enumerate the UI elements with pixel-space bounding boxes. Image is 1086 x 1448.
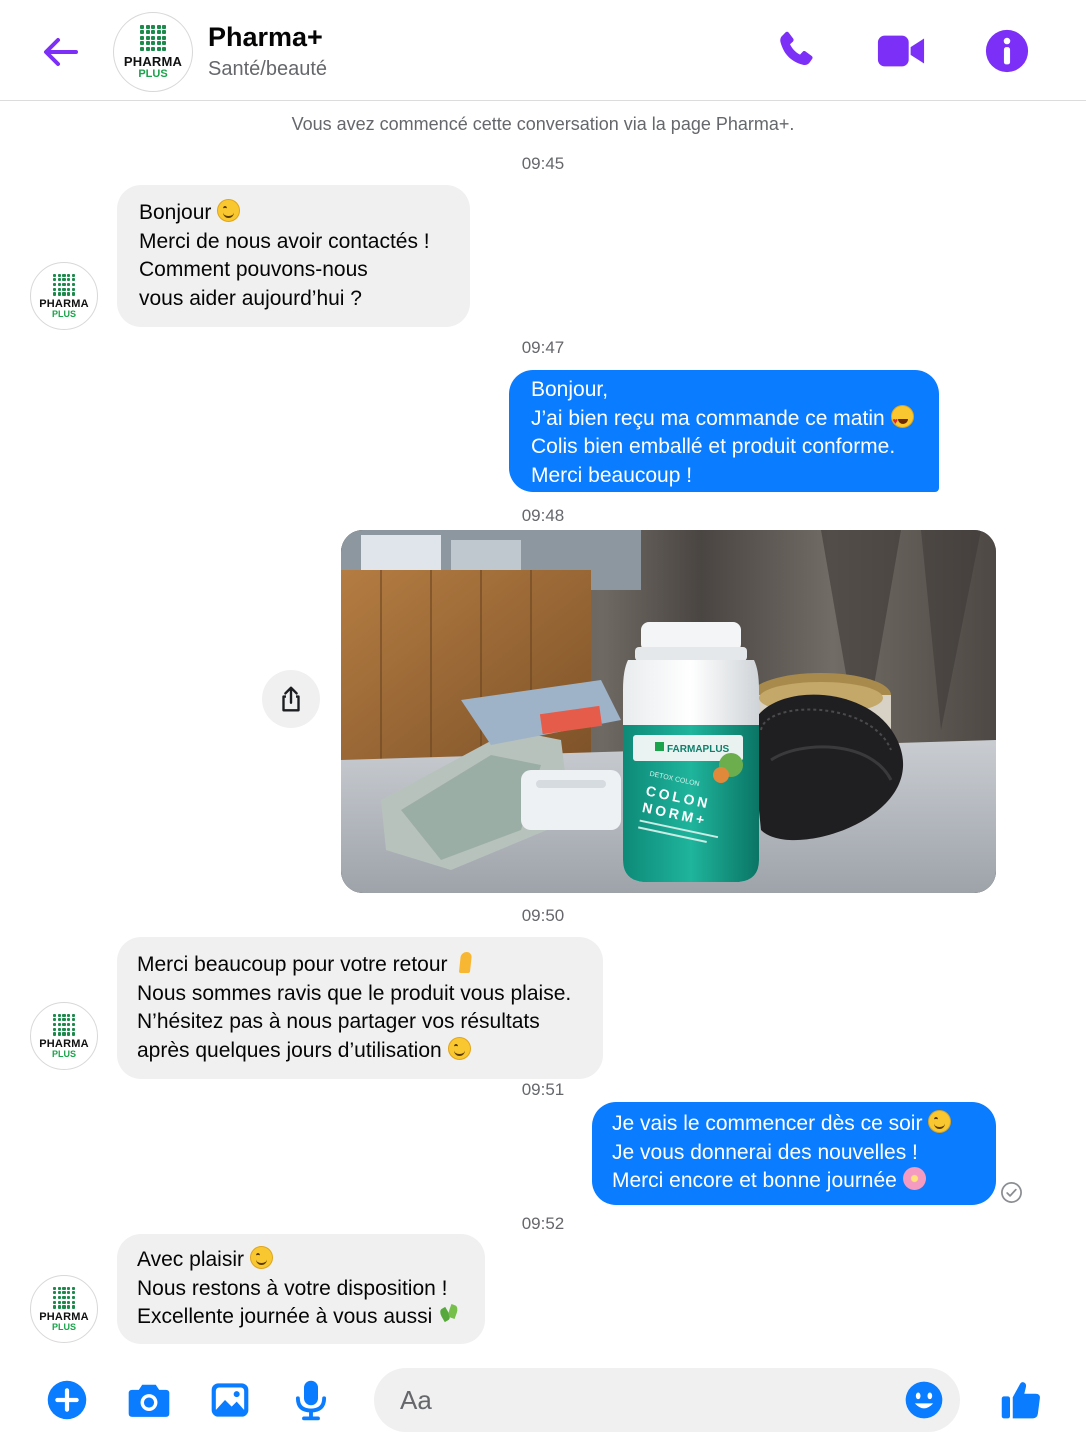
phone-icon (780, 31, 813, 66)
camera-button[interactable] (126, 1377, 172, 1423)
shared-photo[interactable]: FARMAPLUS DETOX COLON COLON NORM+ (341, 530, 996, 893)
pharma-logo-icon (53, 1286, 75, 1309)
avatar-brand-name: PHARMA (39, 1037, 89, 1050)
avatar-brand-name: PHARMA (123, 53, 183, 69)
timestamp: 09:52 (521, 1214, 565, 1233)
heart-eyes-icon (890, 404, 914, 435)
message-line: Merci encore et bonne journée (612, 1167, 976, 1196)
message-input[interactable] (400, 1368, 900, 1432)
avatar-brand-name: PHARMA (39, 1310, 89, 1323)
share-button[interactable] (262, 670, 320, 728)
herb-icon (438, 1303, 461, 1326)
sender-avatar: PHARMA PLUS (30, 1275, 98, 1343)
pharma-logo-icon (53, 1013, 75, 1036)
timestamp: 09:51 (521, 1080, 565, 1099)
info-button[interactable] (982, 26, 1032, 76)
product-photo: FARMAPLUS DETOX COLON COLON NORM+ (341, 530, 996, 893)
message-line: Nous restons à votre disposition ! (137, 1276, 448, 1300)
page-category: Santé/beauté (208, 58, 327, 80)
conversation-header: PHARMA PLUS Pharma+ Santé/beauté (0, 0, 1086, 101)
plus-circle-icon (47, 1380, 87, 1420)
message-line: Merci beaucoup ! (531, 463, 693, 487)
smiling-face-icon (250, 1246, 273, 1269)
timestamp: 09:48 (521, 506, 565, 525)
smiling-face-icon (928, 1110, 952, 1133)
video-call-button[interactable] (876, 26, 926, 76)
thumbs-up-icon (1001, 1382, 1040, 1419)
avatar-brand-sub: PLUS (51, 1048, 76, 1059)
more-actions-button[interactable] (44, 1377, 90, 1423)
cherry-blossom-icon (902, 1167, 926, 1190)
timestamp: 09:50 (521, 906, 565, 925)
smiling-face-icon (447, 1036, 471, 1060)
conversation-start-notice: Vous avez commencé cette conversation vi… (291, 114, 795, 134)
voice-message-button[interactable] (288, 1377, 334, 1423)
timestamp: 09:45 (521, 154, 565, 173)
message-line: Excellente journée à vous aussi (137, 1303, 465, 1332)
message-line: Nous sommes ravis que le produit vous pl… (137, 981, 572, 1005)
sender-avatar: PHARMA PLUS (30, 262, 98, 330)
outgoing-message[interactable]: Je vais le commencer dès ce soir Je vous… (592, 1102, 996, 1205)
pharma-logo-icon (140, 24, 166, 51)
microphone-icon (295, 1380, 327, 1421)
camera-icon (128, 1384, 170, 1417)
folded-hands-icon (454, 951, 477, 974)
message-line: Je vous donnerai des nouvelles ! (612, 1140, 918, 1164)
message-line: Merci beaucoup pour votre retour (137, 951, 583, 980)
avatar-brand-sub: PLUS (51, 1321, 76, 1332)
page-title[interactable]: Pharma+ (208, 22, 323, 53)
avatar-brand-sub: PLUS (138, 67, 168, 80)
message-line: J’ai bien reçu ma commande ce matin (531, 404, 917, 435)
message-composer (374, 1368, 960, 1432)
avatar-brand-name: PHARMA (39, 297, 89, 310)
pharma-logo-icon (53, 273, 75, 296)
message-line: Avec plaisir (137, 1246, 465, 1275)
info-icon (985, 29, 1029, 73)
smiling-face-icon (217, 199, 241, 222)
message-line: Colis bien emballé et produit conforme. (531, 435, 896, 458)
message-line: après quelques jours d’utilisation (137, 1036, 583, 1066)
page-avatar[interactable]: PHARMA PLUS (113, 12, 193, 92)
message-line: Comment pouvons-nous (139, 258, 368, 281)
check-circle-icon (1001, 1182, 1022, 1203)
message-line: Merci de nous avoir contactés ! (139, 229, 430, 253)
arrow-left-icon (44, 38, 78, 66)
message-line: Bonjour, (531, 378, 609, 401)
sender-avatar: PHARMA PLUS (30, 1002, 98, 1070)
message-line: Je vais le commencer dès ce soir (612, 1110, 976, 1139)
image-icon (211, 1383, 249, 1417)
gallery-button[interactable] (207, 1377, 253, 1423)
call-button[interactable] (771, 26, 821, 76)
video-camera-icon (877, 35, 925, 67)
back-button[interactable] (38, 30, 82, 74)
message-line: Bonjour (139, 199, 448, 228)
smiley-icon[interactable] (904, 1380, 944, 1420)
incoming-message[interactable]: Avec plaisir Nous restons à votre dispos… (117, 1234, 485, 1344)
share-icon (282, 686, 300, 712)
like-button[interactable] (996, 1375, 1046, 1425)
incoming-message[interactable]: Bonjour Merci de nous avoir contactés ! … (117, 185, 470, 327)
message-line: N’hésitez pas à nous partager vos résult… (137, 1010, 540, 1033)
product-brand-label: FARMAPLUS (667, 744, 730, 755)
timestamp: 09:47 (521, 338, 565, 357)
message-line: vous aider aujourd’hui ? (139, 286, 362, 310)
outgoing-message[interactable]: Bonjour, J’ai bien reçu ma commande ce m… (509, 370, 939, 492)
avatar-brand-sub: PLUS (51, 308, 76, 319)
incoming-message[interactable]: Merci beaucoup pour votre retour Nous so… (117, 937, 603, 1079)
